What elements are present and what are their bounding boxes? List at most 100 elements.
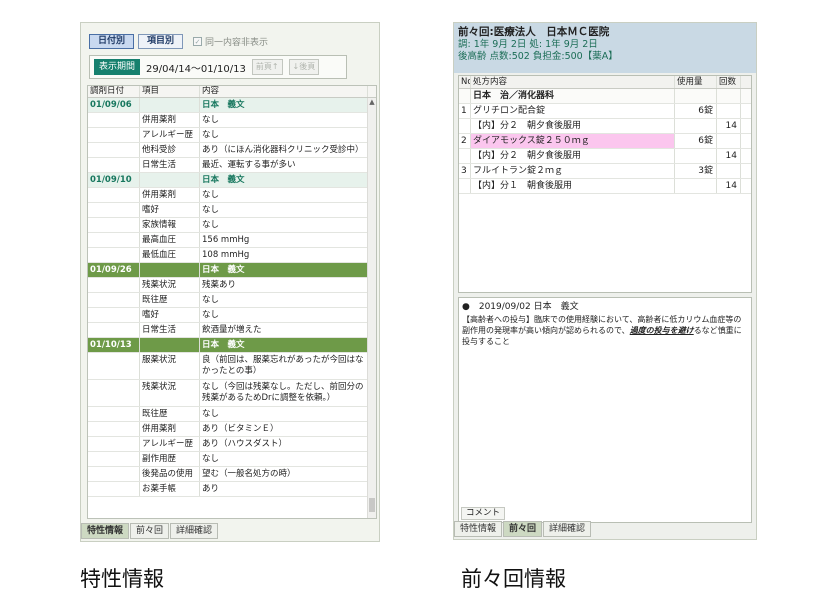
row-date xyxy=(88,128,140,142)
table-row[interactable]: 最高血圧 156 mmHg xyxy=(88,233,376,248)
table-row[interactable]: 後発品の使用 望む（一般名処方の時） xyxy=(88,467,376,482)
scroll-up-icon[interactable]: ▲ xyxy=(368,98,376,107)
row-content: なし xyxy=(200,203,368,217)
comment-tab[interactable]: コメント xyxy=(461,507,506,520)
table-row[interactable]: アレルギー歴 なし xyxy=(88,128,376,143)
row-date xyxy=(88,218,140,232)
table-row[interactable]: お薬手帳 あり xyxy=(88,482,376,497)
table-row[interactable]: 併用薬剤 なし xyxy=(88,188,376,203)
row-item: 併用薬剤 xyxy=(140,422,200,436)
by-date-tab[interactable]: 日付別 xyxy=(89,33,135,49)
med-qty: 6錠 xyxy=(675,134,717,148)
date-group-row[interactable]: 01/09/26 日本 義文 xyxy=(88,263,376,278)
row-item: 残薬状況 xyxy=(140,380,200,406)
visit-points: 後高齢 点数:502 負担金:500【薬A】 xyxy=(458,51,618,62)
tab-details[interactable]: 詳細確認 xyxy=(170,523,219,539)
date-group-row[interactable]: 01/10/13 日本 義文 xyxy=(88,338,376,353)
row-date: 01/09/06 xyxy=(88,98,140,112)
scroll-thumb[interactable] xyxy=(369,498,375,512)
date-group-row[interactable]: 01/09/06 日本 義文 xyxy=(88,98,376,113)
tab-details[interactable]: 詳細確認 xyxy=(543,521,592,537)
by-item-tab[interactable]: 項目別 xyxy=(138,33,184,49)
medication-usage-row[interactable]: 【内】分２ 朝夕食後服用 14 xyxy=(459,119,751,134)
prescriber-group: 日本 治／消化器科 xyxy=(471,89,675,103)
table-row[interactable]: 服薬状況 良（前回は、服薬忘れがあったが今回はなかったとの事） xyxy=(88,353,376,380)
table-row[interactable]: 既往歴 なし xyxy=(88,407,376,422)
row-item: 残薬状況 xyxy=(140,278,200,292)
row-date xyxy=(88,233,140,247)
table-row[interactable]: アレルギー歴 あり（ハウスダスト） xyxy=(88,437,376,452)
row-item xyxy=(140,98,200,112)
period-button[interactable]: 表示期間 xyxy=(94,59,141,75)
date-group-row[interactable]: 01/09/10 日本 義文 xyxy=(88,173,376,188)
row-content: あり（にほん消化器科クリニック受診中） xyxy=(200,143,368,157)
table-row[interactable]: 併用薬剤 なし xyxy=(88,113,376,128)
row-item: 服薬状況 xyxy=(140,353,200,379)
period-bar: 表示期間 29/04/14〜01/10/13 前頁↑ ↓後頁 xyxy=(89,55,347,79)
med-qty: 6錠 xyxy=(675,104,717,118)
tab-previous[interactable]: 前々回 xyxy=(130,523,170,539)
col-qty-header: 使用量 xyxy=(675,76,717,88)
table-row[interactable]: 家族情報 なし xyxy=(88,218,376,233)
row-content: 156 mmHg xyxy=(200,233,368,247)
characteristics-panel: 日付別 項目別 ✓ 同一内容非表示 表示期間 29/04/14〜01/10/13… xyxy=(80,22,380,542)
table-row[interactable]: 既往歴 なし xyxy=(88,293,376,308)
checkbox-icon[interactable]: ✓ xyxy=(193,36,203,46)
prev-page-button[interactable]: 前頁↑ xyxy=(251,59,283,75)
row-content: なし xyxy=(200,308,368,322)
row-date xyxy=(88,188,140,202)
row-date xyxy=(88,278,140,292)
table-row[interactable]: 他科受診 あり（にほん消化器科クリニック受診中） xyxy=(88,143,376,158)
med-name: グリチロン配合錠 xyxy=(471,104,675,118)
row-content: なし xyxy=(200,218,368,232)
table-row[interactable]: 嗜好 なし xyxy=(88,308,376,323)
table-row[interactable]: 日常生活 飲酒量が増えた xyxy=(88,323,376,338)
table-row[interactable]: 最低血圧 108 mmHg xyxy=(88,248,376,263)
medication-usage-row[interactable]: 【内】分１ 朝食後服用 14 xyxy=(459,179,751,194)
row-date xyxy=(88,482,140,496)
row-content: 望む（一般名処方の時） xyxy=(200,467,368,481)
hide-duplicate-checkbox[interactable]: ✓ 同一内容非表示 xyxy=(193,35,268,48)
med-usage: 【内】分１ 朝食後服用 xyxy=(471,179,675,193)
row-content: あり（ビタミンＥ） xyxy=(200,422,368,436)
comment-area[interactable]: ● 2019/09/02 日本 義文 【高齢者への投与】臨床での使用経験において… xyxy=(458,297,752,523)
medication-usage-row[interactable]: 【内】分２ 朝夕食後服用 14 xyxy=(459,149,751,164)
row-item: アレルギー歴 xyxy=(140,437,200,451)
row-item: 家族情報 xyxy=(140,218,200,232)
medication-row[interactable]: 3 フルイトラン錠２ｍｇ 3錠 xyxy=(459,164,751,179)
medication-row[interactable]: 2 ダイアモックス錠２５０ｍｇ 6錠 xyxy=(459,134,751,149)
col-item-header[interactable]: 項目 xyxy=(140,86,200,97)
tab-characteristics[interactable]: 特性情報 xyxy=(454,521,503,537)
row-content: なし xyxy=(200,407,368,421)
row-content: 日本 義文 xyxy=(200,263,368,277)
row-content: 日本 義文 xyxy=(200,173,368,187)
table-row[interactable]: 残薬状況 残薬あり xyxy=(88,278,376,293)
visit-title: 前々回:医療法人 日本ＭＣ医院 xyxy=(458,26,610,38)
med-times: 14 xyxy=(717,179,741,193)
row-content: なし（今回は残薬なし。ただし、前回分の残薬があるためDrに調整を依頼。） xyxy=(200,380,368,406)
row-item: 既往歴 xyxy=(140,407,200,421)
row-date xyxy=(88,407,140,421)
table-row[interactable]: 併用薬剤 あり（ビタミンＥ） xyxy=(88,422,376,437)
row-item: 日常生活 xyxy=(140,158,200,172)
table-row[interactable]: 副作用歴 なし xyxy=(88,452,376,467)
prescriber-group-row[interactable]: 日本 治／消化器科 xyxy=(459,89,751,104)
med-usage: 【内】分２ 朝夕食後服用 xyxy=(471,119,675,133)
row-item xyxy=(140,263,200,277)
table-row[interactable]: 日常生活 最近、運転する事が多い xyxy=(88,158,376,173)
col-content-header[interactable]: 内容 xyxy=(200,86,368,97)
table-row[interactable]: 嗜好 なし xyxy=(88,203,376,218)
tab-characteristics[interactable]: 特性情報 xyxy=(81,523,130,539)
row-content: 最近、運転する事が多い xyxy=(200,158,368,172)
med-no: 1 xyxy=(459,104,471,118)
grid-scrollbar[interactable]: ▲ xyxy=(367,98,376,518)
row-content: なし xyxy=(200,188,368,202)
row-content: 日本 義文 xyxy=(200,338,368,352)
medication-row[interactable]: 1 グリチロン配合錠 6錠 xyxy=(459,104,751,119)
row-content: なし xyxy=(200,452,368,466)
med-name: ダイアモックス錠２５０ｍｇ xyxy=(471,134,675,148)
next-page-button[interactable]: ↓後頁 xyxy=(288,59,320,75)
col-date-header[interactable]: 調剤日付 xyxy=(88,86,140,97)
table-row[interactable]: 残薬状況 なし（今回は残薬なし。ただし、前回分の残薬があるためDrに調整を依頼。） xyxy=(88,380,376,407)
tab-previous[interactable]: 前々回 xyxy=(503,521,543,537)
